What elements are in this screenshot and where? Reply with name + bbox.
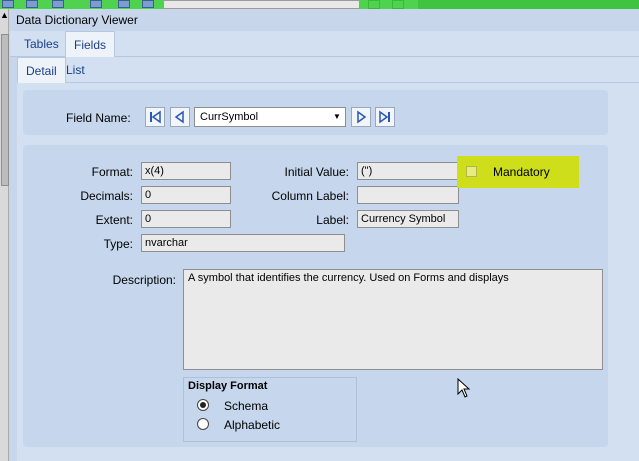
type-label: Type:: [103, 237, 133, 251]
extent-field[interactable]: 0: [141, 210, 231, 228]
description-label: Description:: [112, 273, 176, 287]
toolbar-bar: [418, 0, 639, 9]
format-field[interactable]: x(4): [141, 162, 231, 180]
toolbar-field[interactable]: [163, 0, 360, 9]
toolbar-first-icon[interactable]: [118, 0, 130, 8]
label-label: Label:: [316, 213, 349, 227]
first-record-button[interactable]: [145, 107, 165, 127]
tab-fields[interactable]: Fields: [65, 31, 116, 57]
initial-value-field[interactable]: ("): [357, 162, 459, 180]
mandatory-checkbox[interactable]: [466, 166, 477, 177]
mouse-cursor-icon: [457, 378, 471, 398]
decimals-label: Decimals:: [80, 189, 133, 203]
field-name-select[interactable]: CurrSymbol ▼: [194, 107, 346, 127]
toolbar-grid-icon[interactable]: [90, 0, 102, 8]
next-icon: [357, 110, 367, 124]
prev-record-button[interactable]: [170, 107, 190, 127]
chevron-down-icon[interactable]: ▼: [329, 108, 345, 126]
schema-label[interactable]: Schema: [224, 399, 268, 413]
window-title: Data Dictionary Viewer: [16, 13, 138, 27]
decimals-field[interactable]: 0: [141, 186, 231, 204]
last-icon: [379, 110, 390, 124]
tab-tables[interactable]: Tables: [16, 31, 67, 55]
tab-list[interactable]: List: [58, 57, 93, 81]
column-label-label: Column Label:: [271, 189, 349, 203]
type-field[interactable]: nvarchar: [141, 234, 345, 252]
schema-radio[interactable]: [197, 399, 209, 411]
field-name-value: CurrSymbol: [200, 111, 259, 123]
toolbar-prev-icon[interactable]: [142, 0, 154, 8]
main-tab-bar: Tables Fields: [10, 31, 639, 57]
format-label: Format:: [91, 165, 133, 179]
first-icon: [150, 110, 161, 124]
sub-tab-bar: Detail List: [17, 57, 639, 83]
alphabetic-label[interactable]: Alphabetic: [224, 418, 280, 432]
next-record-button[interactable]: [351, 107, 371, 127]
display-format-group: Display Format Schema Alphabetic: [183, 377, 357, 442]
toolbar: [0, 0, 639, 9]
toolbar-new-icon[interactable]: [2, 0, 14, 8]
toolbar-undo-icon[interactable]: [52, 0, 64, 8]
initial-value-label: Initial Value:: [284, 165, 349, 179]
description-field[interactable]: A symbol that identifies the currency. U…: [183, 269, 603, 370]
scrollbar-thumb[interactable]: [1, 34, 9, 186]
field-name-label: Field Name:: [66, 111, 131, 125]
last-record-button[interactable]: [375, 107, 395, 127]
mandatory-label[interactable]: Mandatory: [493, 165, 550, 179]
label-field[interactable]: Currency Symbol: [357, 210, 459, 228]
column-label-field[interactable]: [357, 186, 459, 204]
toolbar-save-icon[interactable]: [26, 0, 38, 8]
mandatory-highlight[interactable]: Mandatory: [457, 156, 579, 188]
scroll-up-icon[interactable]: ▲: [0, 10, 9, 20]
display-format-title: Display Format: [188, 380, 268, 392]
prev-icon: [174, 110, 184, 124]
toolbar-next-icon[interactable]: [368, 0, 380, 9]
extent-label: Extent:: [95, 213, 133, 227]
toolbar-last-icon[interactable]: [392, 0, 404, 9]
alphabetic-radio[interactable]: [197, 418, 209, 430]
